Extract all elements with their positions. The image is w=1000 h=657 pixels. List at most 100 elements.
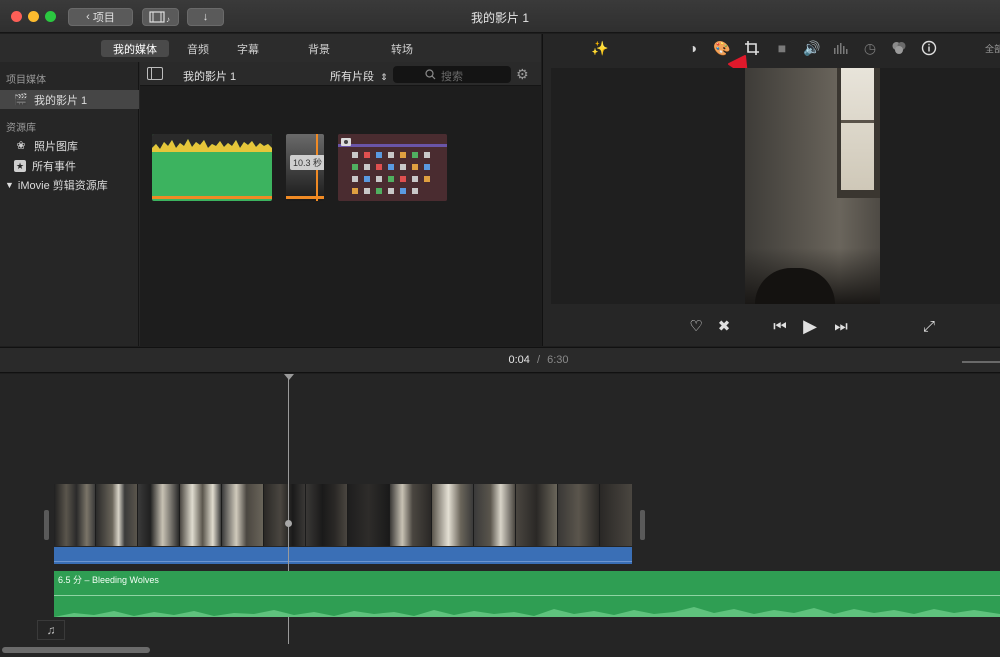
sidebar-panel-icon (151, 68, 152, 79)
disclosure-triangle-icon: ▼ (5, 179, 14, 190)
tab-audio[interactable]: 音频 (180, 40, 216, 57)
video-frame (180, 484, 222, 546)
playhead-knob[interactable] (285, 520, 292, 527)
title-bar: ‹ 项目 ♪ ↓ 我的影片 1 (0, 0, 1000, 33)
clip-audio-track[interactable] (54, 547, 632, 564)
volume-icon[interactable]: 🔊 (803, 39, 821, 57)
equalizer-glyph (834, 43, 848, 54)
sidebar-item-label: iMovie 剪辑资源库 (17, 179, 108, 192)
video-frame (306, 484, 348, 546)
play-icon[interactable]: ▶ (800, 316, 820, 336)
video-camera-icon[interactable]: ■ (773, 39, 791, 57)
star-box-icon: ★ (14, 159, 26, 172)
music-note-icon: ♫ (37, 620, 65, 640)
video-frame (138, 484, 180, 546)
magic-wand-icon[interactable]: ✨ (591, 39, 609, 57)
filter-circles-glyph (892, 42, 906, 54)
tab-backgrounds[interactable]: 背景 (301, 40, 337, 57)
skip-forward-icon[interactable]: ⏭ (831, 317, 851, 335)
window-light (837, 68, 880, 198)
total-time: 6:30 (547, 354, 569, 366)
music-track-label: 6.5 分 – Bleeding Wolves (58, 575, 159, 585)
video-frame (348, 484, 390, 546)
audio-level-line (54, 561, 632, 562)
expand-fullscreen-icon[interactable]: ⤢ (919, 317, 939, 335)
info-glyph (921, 40, 937, 56)
clip-end-bar (286, 196, 324, 199)
app-grid-thumbnail (338, 134, 447, 201)
clip-right-trim-handle[interactable] (640, 510, 645, 540)
search-field[interactable]: 搜索 (393, 66, 511, 83)
video-frame (558, 484, 600, 546)
speedometer-icon[interactable]: ◷ (861, 39, 879, 57)
sidebar-item-my-movie[interactable]: 🎬 我的影片 1 (0, 90, 139, 109)
sidebar-item-label: 所有事件 (32, 160, 76, 173)
timeline[interactable]: 6.5 分 – Bleeding Wolves ♫ (0, 374, 1000, 657)
sidebar-item-photos[interactable]: ❀ 照片图库 (0, 136, 139, 155)
clip-filter-icon[interactable] (890, 39, 908, 57)
duration-badge: 10.3 秒 (290, 155, 324, 170)
video-preview[interactable] (551, 68, 1000, 304)
video-frame (222, 484, 264, 546)
search-placeholder: 搜索 (441, 71, 463, 83)
window-pane (841, 68, 874, 190)
video-frame (264, 484, 306, 546)
equalizer-icon[interactable] (832, 39, 850, 57)
media-content: 我的影片 1 所有片段 ⇕ 搜索 ⚙ 10.3 秒 (140, 62, 541, 346)
video-frame (600, 484, 632, 546)
library-heading: 资源库 (6, 123, 36, 134)
media-browser: 我的媒体 音频 字幕 背景 转场 项目媒体 🎬 我的影片 1 资源库 ❀ 照片图… (0, 34, 541, 346)
preview-frame (745, 68, 880, 304)
clip-left-trim-handle[interactable] (44, 510, 49, 540)
sidebar-item-label: 照片图库 (34, 140, 78, 153)
info-icon[interactable] (920, 39, 938, 57)
music-volume-line (54, 595, 1000, 596)
window-title: 我的影片 1 (470, 11, 529, 25)
project-media-heading: 项目媒体 (6, 75, 46, 86)
media-clip-audio[interactable] (152, 134, 272, 201)
clip-filter-select[interactable]: 所有片段 ⇕ (330, 68, 388, 84)
zoom-slider-track[interactable] (962, 361, 1000, 363)
background-music-track[interactable]: 6.5 分 – Bleeding Wolves (54, 571, 1000, 617)
clapperboard-icon: 🎬 (14, 94, 28, 106)
viewer-panel: ✨ ◑ 🎨 ■ 🔊 ◷ 全部 ♡ ✖ ⏮ ▶ ⏭ ⤢ (542, 34, 1000, 346)
libraries-sidebar: 项目媒体 🎬 我的影片 1 资源库 ❀ 照片图库 ★ 所有事件 ▼ iMovie… (0, 62, 139, 346)
timecode-bar: 0:04 / 6:30 (0, 347, 1000, 373)
sidebar-toggle-button[interactable] (147, 67, 163, 80)
reject-x-icon[interactable]: ✖ (714, 317, 734, 335)
timecode-display: 0:04 / 6:30 (0, 354, 1000, 366)
sidebar-item-label: 我的影片 1 (34, 94, 88, 107)
gear-icon[interactable]: ⚙ (516, 66, 529, 83)
sidebar-item-all-events[interactable]: ★ 所有事件 (0, 156, 139, 175)
skip-back-icon[interactable]: ⏮ (770, 317, 790, 335)
content-title: 我的影片 1 (183, 71, 237, 83)
video-frame (432, 484, 474, 546)
sidebar-item-imovie-library[interactable]: ▼ iMovie 剪辑资源库 (0, 175, 139, 194)
video-frame (96, 484, 138, 546)
playhead-marker[interactable] (284, 374, 294, 380)
media-clip-video[interactable]: 10.3 秒 (286, 134, 324, 201)
tab-my-media[interactable]: 我的媒体 (101, 40, 169, 57)
timeline-horizontal-scrollbar[interactable] (2, 647, 150, 653)
video-frame (390, 484, 432, 546)
video-frame (474, 484, 516, 546)
tab-transitions[interactable]: 转场 (384, 40, 420, 57)
favorite-heart-icon[interactable]: ♡ (686, 317, 706, 335)
window-mullion (841, 120, 874, 123)
tab-titles[interactable]: 字幕 (230, 40, 266, 57)
music-waveform (54, 607, 1000, 617)
search-icon (425, 69, 436, 80)
video-frame (54, 484, 96, 546)
photos-flower-icon: ❀ (16, 140, 26, 152)
time-separator: / (536, 354, 541, 366)
media-clip-photo[interactable] (338, 134, 447, 201)
video-clip-strip[interactable] (54, 484, 632, 546)
updown-chevron-icon: ⇕ (380, 72, 388, 82)
content-toolbar: 我的影片 1 所有片段 ⇕ 搜索 ⚙ (140, 62, 541, 86)
video-frame (516, 484, 558, 546)
clip-filter-value: 所有片段 (330, 71, 374, 83)
waveform-thumbnail (152, 134, 272, 199)
current-time: 0:04 (508, 354, 530, 366)
fullscreen-label[interactable]: 全部 (985, 42, 1000, 55)
browser-tab-bar: 我的媒体 音频 字幕 背景 转场 (0, 34, 541, 62)
